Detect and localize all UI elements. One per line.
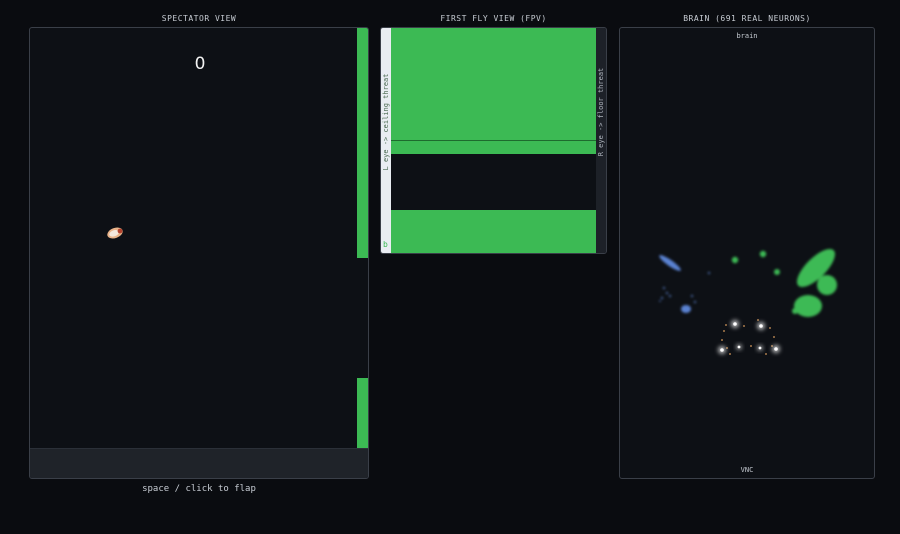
marker-b: b [383, 240, 388, 249]
green-neuron-cluster [731, 248, 837, 317]
spectator-view[interactable]: 0 [29, 27, 369, 479]
spectator-title: SPECTATOR VIEW [161, 14, 237, 23]
ffv-horizon-line [391, 140, 596, 141]
fly-icon [106, 225, 124, 239]
ffv-title: FIRST FLY VIEW (FPV) [440, 14, 547, 23]
flap-hint: space / click to flap [142, 484, 256, 494]
pipe-top [357, 28, 368, 258]
ffv-floor-block [391, 210, 596, 253]
left-eye-strip: L eye -> ceiling threat b [381, 28, 391, 253]
score-display: 0 [194, 54, 206, 74]
right-eye-label: R eye -> floor threat [597, 67, 605, 157]
left-eye-label: L eye -> ceiling threat [382, 73, 390, 171]
vnc-label: VNC [740, 466, 754, 474]
ffv-ceiling-block [391, 28, 596, 154]
right-eye-strip: R eye -> floor threat [596, 28, 606, 253]
brain-view: brain VNC [619, 27, 875, 479]
ground [30, 448, 368, 478]
pipe-bottom [357, 378, 368, 451]
brain-title: BRAIN (691 REAL NEURONS) [683, 14, 811, 23]
first-fly-view: L eye -> ceiling threat b R eye -> floor… [380, 27, 607, 254]
vnc-speckles [721, 319, 775, 355]
white-neuron-cluster [718, 320, 780, 354]
neuron-map [659, 248, 837, 355]
blue-neuron-cluster [659, 255, 710, 313]
